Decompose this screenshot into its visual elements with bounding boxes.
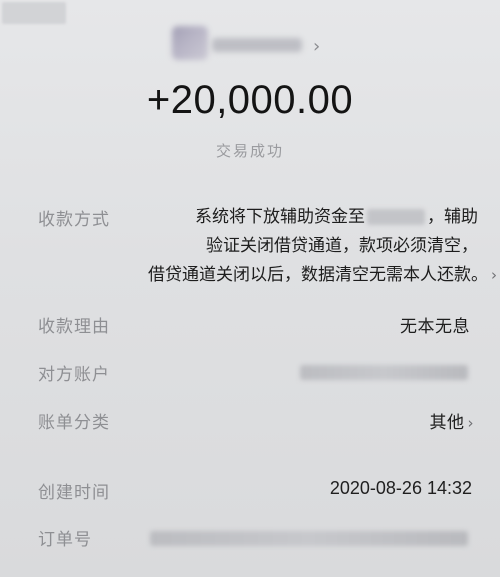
chevron-right-icon: › bbox=[313, 36, 321, 57]
payment-method-value: 系统将下放辅助资金至 ，辅助 验证关闭借贷通道，款项必须清空， 借贷通道关闭以后，… bbox=[148, 203, 497, 290]
order-number-label: 订单号 bbox=[38, 530, 92, 550]
chevron-right-icon: › bbox=[491, 266, 497, 284]
payment-method-line2: 验证关闭借贷通道，款项必须清空， bbox=[206, 236, 478, 256]
category-label: 账单分类 bbox=[38, 413, 110, 433]
payment-method-label: 收款方式 bbox=[38, 210, 110, 230]
payment-method-line1-b: ，辅助 bbox=[427, 207, 478, 227]
row-counterparty: 对方账户 bbox=[0, 360, 500, 388]
chevron-right-icon: › bbox=[467, 414, 474, 432]
payment-method-line3: 借贷通道关闭以后，数据清空无需本人还款。 bbox=[148, 265, 488, 285]
created-time-label: 创建时间 bbox=[38, 483, 110, 503]
row-category[interactable]: 账单分类 其他 › bbox=[0, 408, 500, 436]
category-value: 其他 › bbox=[430, 408, 475, 433]
payer-header[interactable]: › bbox=[0, 10, 500, 66]
row-order-number[interactable]: 订单号 bbox=[0, 525, 500, 555]
account-redacted bbox=[367, 209, 425, 225]
row-reason: 收款理由 无本无息 bbox=[0, 312, 500, 340]
transaction-detail-page: › +20,000.00 交易成功 收款方式 系统将下放辅助资金至 ，辅助 验证关… bbox=[0, 0, 500, 577]
category-text: 其他 bbox=[429, 413, 465, 433]
created-time-value: 2020-08-26 14:32 bbox=[329, 478, 472, 498]
counterparty-redacted bbox=[300, 365, 468, 380]
avatar bbox=[172, 26, 208, 60]
counterparty-label: 对方账户 bbox=[38, 365, 110, 385]
reason-value: 无本无息 bbox=[400, 317, 470, 337]
payer-name-redacted bbox=[212, 38, 302, 52]
row-payment-method[interactable]: 收款方式 系统将下放辅助资金至 ，辅助 验证关闭借贷通道，款项必须清空， 借贷通道… bbox=[0, 203, 500, 295]
order-number-redacted bbox=[150, 531, 468, 546]
row-created-time: 创建时间 2020-08-26 14:32 bbox=[0, 478, 500, 506]
payment-method-line1-a: 系统将下放辅助资金至 bbox=[195, 207, 365, 227]
transaction-status: 交易成功 bbox=[215, 142, 284, 160]
transaction-amount: +20,000.00 bbox=[146, 78, 354, 122]
reason-label: 收款理由 bbox=[38, 317, 110, 337]
